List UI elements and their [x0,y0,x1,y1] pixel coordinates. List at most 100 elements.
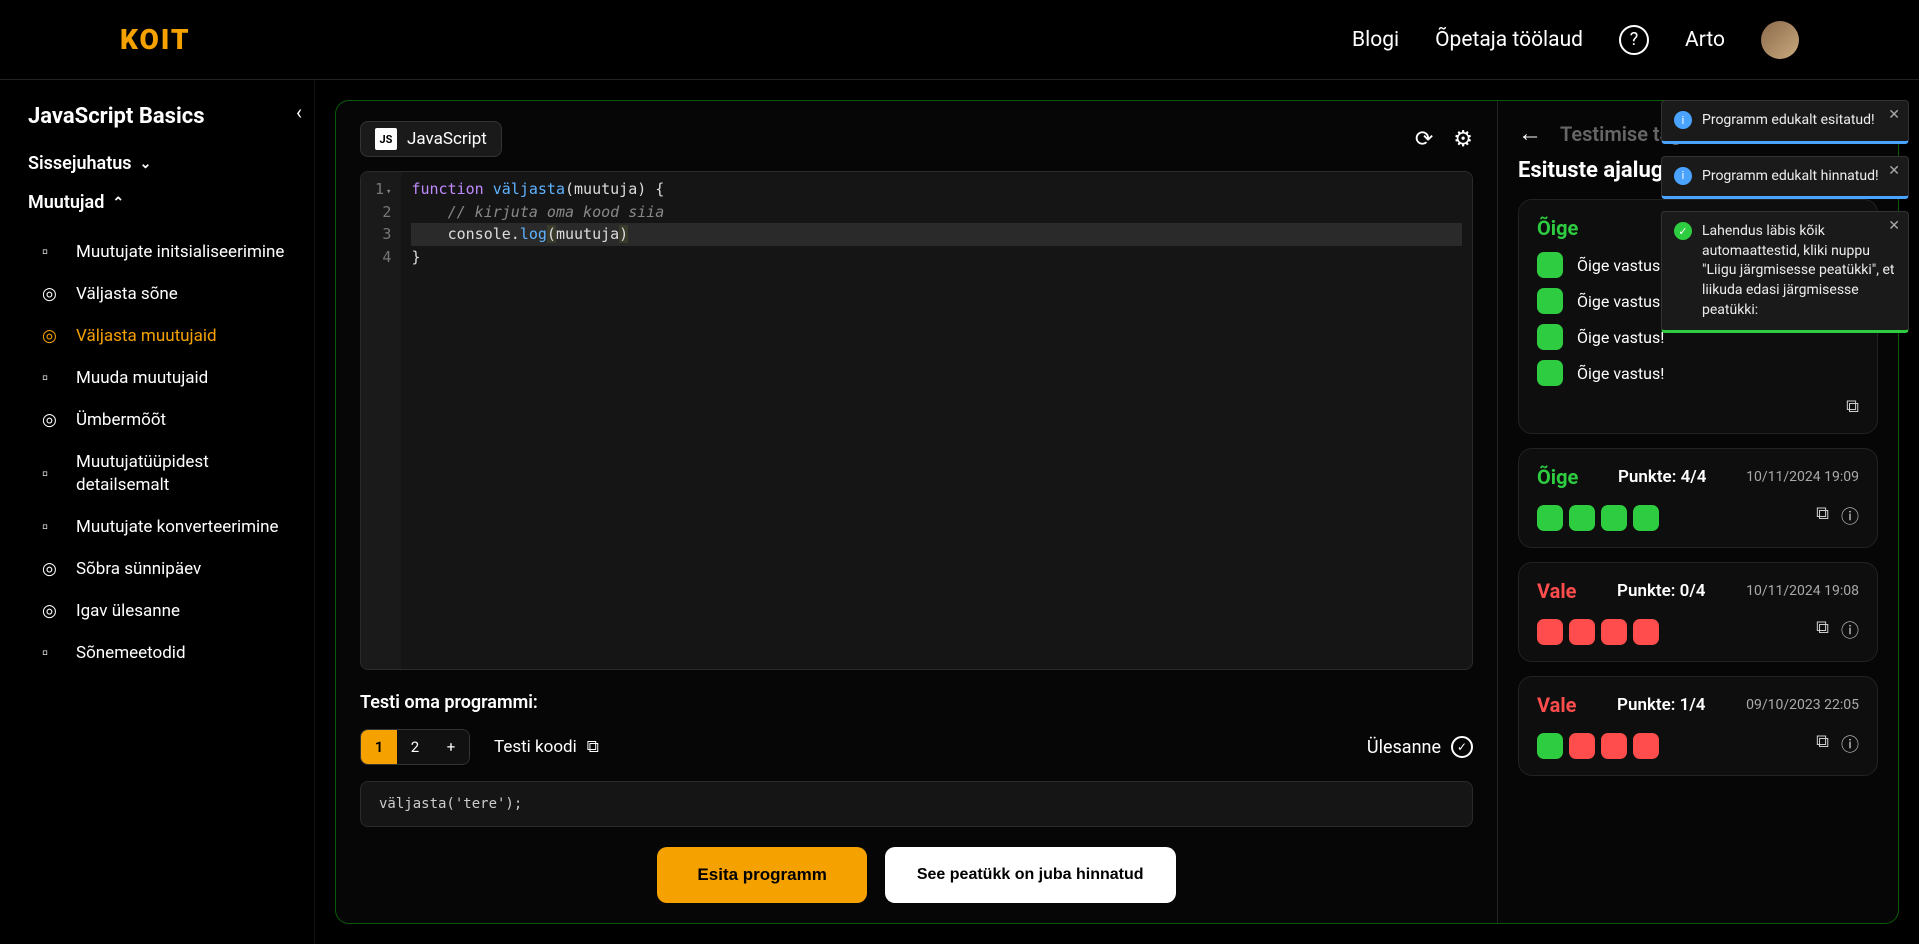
collapse-sidebar-icon[interactable]: ‹ [296,100,302,124]
lesson-item-5[interactable]: ▫ Muutujatüüpidest detailsemalt [28,441,286,505]
lesson-item-0[interactable]: ▫ Muutujate initsialiseerimine [28,231,286,273]
task-button[interactable]: Ülesanne ✓ [1367,736,1473,758]
check-circle-icon: ◎ [42,600,62,622]
points-label: Punkte: 0/4 [1617,581,1705,601]
submission-card-1[interactable]: Õige Punkte: 4/4 10/11/2024 19:09 ⧉ [1518,448,1878,548]
copy-icon[interactable]: ⧉ [1816,617,1829,643]
test-label: Testi oma programmi: [360,692,1473,713]
tab-1[interactable]: 1 [361,730,397,764]
submission-header: Vale Punkte: 1/4 09/10/2023 22:05 [1537,693,1859,717]
refresh-icon[interactable]: ⟳ [1415,127,1433,152]
test-row: 1 2 + Testi koodi ⧉ Ülesanne ✓ [360,729,1473,765]
lesson-item-1[interactable]: ◎ Väljasta sõne [28,273,286,315]
tab-2[interactable]: 2 [397,730,433,764]
already-graded-button[interactable]: See peatükk on juba hinnatud [885,847,1176,903]
answer-box-icon [1537,288,1563,314]
copy-icon[interactable]: ⧉ [1816,503,1829,529]
run-test-button[interactable]: Testi koodi ⧉ [494,737,599,757]
lesson-label: Muuda muutujaid [76,367,208,389]
copy-icon[interactable]: ⧉ [1846,396,1859,417]
lesson-item-7[interactable]: ◎ Sõbra sünnipäev [28,548,286,590]
info-icon[interactable]: ⓘ [1841,617,1859,643]
test-input[interactable]: väljasta('tere'); [360,781,1473,827]
section-vars[interactable]: Muutujad ⌃ [28,192,286,213]
section-vars-label: Muutujad [28,192,104,213]
dots-row [1537,619,1659,645]
lesson-label: Väljasta sõne [76,283,178,305]
section-intro[interactable]: Sissejuhatus ⌄ [28,153,286,174]
copy-icon[interactable]: ⧉ [1816,731,1829,757]
line-gutter: 1 2 3 4 [361,172,401,669]
dots-row [1537,733,1659,759]
chevron-down-icon: ⌄ [140,156,152,172]
result-dot-icon [1633,505,1659,531]
lesson-label: Sõnemeetodid [76,642,186,664]
result-dot-icon [1601,619,1627,645]
document-icon: ▫ [42,463,62,485]
gear-icon[interactable]: ⚙ [1453,127,1473,152]
lesson-label: Muutujate konverteerimine [76,516,279,538]
line-number: 2 [375,201,391,224]
line-number: 1 [375,178,391,201]
lesson-item-2[interactable]: ◎ Väljasta muutujaid [28,315,286,357]
info-icon[interactable]: ⓘ [1841,503,1859,529]
result-dot-icon [1601,733,1627,759]
info-icon[interactable]: ⓘ [1841,731,1859,757]
language-label: JavaScript [407,129,487,149]
nav-opetaja[interactable]: Õpetaja töölaud [1435,28,1583,52]
close-icon[interactable]: ✕ [1888,107,1900,123]
language-badge[interactable]: JS JavaScript [360,121,502,157]
help-icon[interactable]: ? [1619,25,1649,55]
paren: ( [547,225,556,243]
close-icon[interactable]: ✕ [1888,163,1900,179]
run-test-label: Testi koodi [494,737,577,757]
info-icon: i [1674,111,1692,129]
back-arrow-icon[interactable]: ← [1518,119,1542,148]
result-dot-icon [1569,505,1595,531]
code-editor[interactable]: 1 2 3 4 function väljasta(muutuja) { // … [360,171,1473,670]
avatar[interactable] [1761,21,1799,59]
lesson-item-6[interactable]: ▫ Muutujate konverteerimine [28,506,286,548]
line-number: 4 [375,246,391,269]
user-name[interactable]: Arto [1685,28,1725,52]
status-label: Õige [1537,216,1578,240]
sidebar: ‹ JavaScript Basics Sissejuhatus ⌄ Muutu… [0,80,315,944]
section-intro-label: Sissejuhatus [28,153,132,174]
submission-card-3[interactable]: Vale Punkte: 1/4 09/10/2023 22:05 ⧉ [1518,676,1878,776]
nav-blogi[interactable]: Blogi [1352,28,1399,52]
line-number: 3 [375,223,391,246]
timestamp: 10/11/2024 19:08 [1746,583,1859,599]
tab-add[interactable]: + [433,730,469,764]
card-actions: ⧉ ⓘ [1816,617,1859,643]
result-dot-icon [1537,733,1563,759]
check-circle-icon: ✓ [1451,736,1473,758]
close-icon[interactable]: ✕ [1888,218,1900,234]
submission-header: Vale Punkte: 0/4 10/11/2024 19:08 [1537,579,1859,603]
result-dot-icon [1569,733,1595,759]
object: console. [411,225,519,243]
document-icon: ▫ [42,642,62,664]
lesson-item-3[interactable]: ▫ Muuda muutujaid [28,357,286,399]
check-circle-icon: ◎ [42,558,62,580]
answer-box-icon [1537,324,1563,350]
timestamp: 09/10/2023 22:05 [1746,697,1859,713]
result-dot-icon [1537,505,1563,531]
status-label: Vale [1537,579,1576,603]
submission-card-2[interactable]: Vale Punkte: 0/4 10/11/2024 19:08 ⧉ [1518,562,1878,662]
lesson-item-4[interactable]: ◎ Ümbermõõt [28,399,286,441]
submit-button[interactable]: Esita programm [657,847,866,903]
answer-box-icon [1537,252,1563,278]
test-section: Testi oma programmi: 1 2 + Testi koodi ⧉ [360,692,1473,903]
header-nav: Blogi Õpetaja töölaud ? Arto [1352,21,1799,59]
toast-stack: ✕ i Programm edukalt esitatud! ✕ i Progr… [1661,100,1909,333]
submission-header: Õige Punkte: 4/4 10/11/2024 19:09 [1537,465,1859,489]
code-body[interactable]: function väljasta(muutuja) { // kirjuta … [401,172,1472,669]
card-actions: ⧉ [1537,396,1859,417]
logo[interactable]: KOIT [120,23,191,56]
check-icon: ✓ [1674,222,1692,240]
result-dot-icon [1601,505,1627,531]
lesson-item-9[interactable]: ▫ Sõnemeetodid [28,632,286,674]
lesson-item-8[interactable]: ◎ Igav ülesanne [28,590,286,632]
card-actions: ⧉ ⓘ [1816,503,1859,529]
points-label: Punkte: 4/4 [1618,467,1706,487]
